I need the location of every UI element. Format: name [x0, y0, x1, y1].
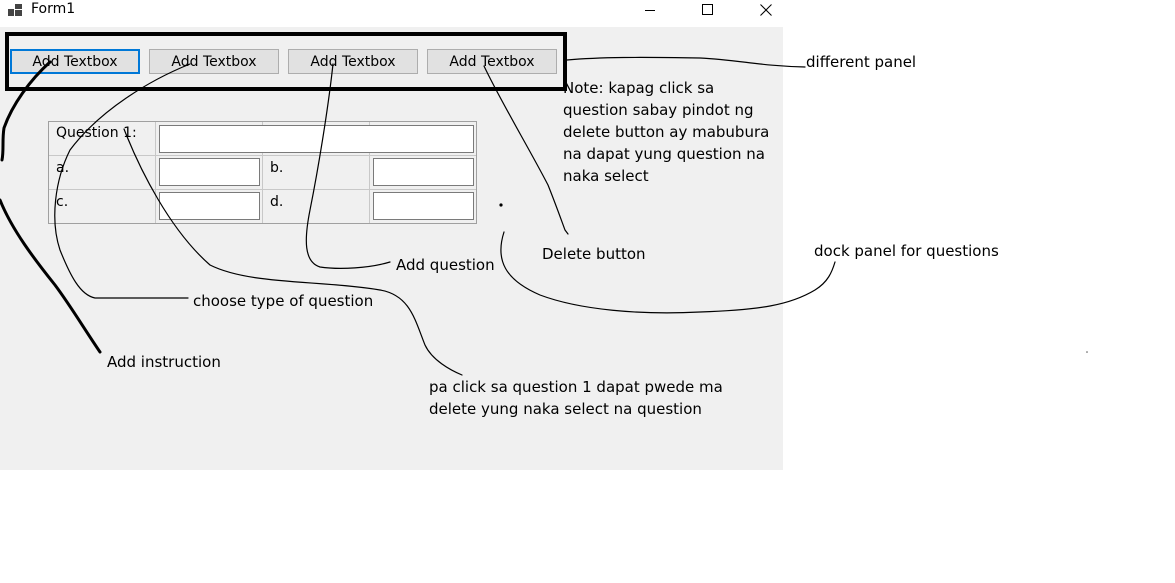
dot-mark — [499, 203, 503, 207]
add-instruction-line — [0, 60, 102, 354]
note-line: naka select — [563, 167, 649, 185]
annotation-add-question: Add question — [396, 256, 495, 274]
annotation-note: Note: kapag click sa question sabay pind… — [563, 77, 769, 187]
choose-type-line — [54, 63, 191, 299]
different-panel-line — [566, 56, 806, 68]
note-line: Note: kapag click sa — [563, 79, 715, 97]
add-question-line — [305, 63, 391, 269]
dot-mark — [1086, 351, 1088, 353]
note-line: question sabay pindot ng — [563, 101, 754, 119]
click-question-line — [123, 128, 463, 376]
annotation-add-instruction: Add instruction — [107, 353, 221, 371]
click-question-line-2: delete yung naka select na question — [429, 400, 702, 418]
annotation-delete-button: Delete button — [542, 245, 646, 263]
annotation-click-question: pa click sa question 1 dapat pwede ma de… — [429, 376, 723, 420]
annotation-choose-type: choose type of question — [193, 292, 374, 310]
note-line: delete button ay mabubura — [563, 123, 770, 141]
annotation-different-panel: different panel — [806, 53, 917, 71]
note-line: na dapat yung question na — [563, 145, 765, 163]
annotation-dock-panel: dock panel for questions — [814, 242, 999, 260]
delete-button-line — [483, 65, 569, 235]
click-question-line-1: pa click sa question 1 dapat pwede ma — [429, 378, 723, 396]
